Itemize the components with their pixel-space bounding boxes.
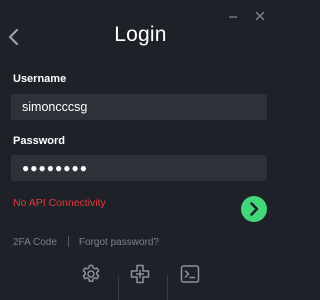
toolbar-divider	[167, 276, 168, 300]
close-icon[interactable]	[253, 9, 267, 23]
terminal-icon[interactable]	[179, 263, 201, 285]
login-window: Login Username simoncccsg Password ●●●●●…	[0, 0, 281, 300]
connectivity-error: No API Connectivity	[13, 197, 106, 209]
link-divider	[67, 236, 69, 247]
chevron-right-icon	[250, 202, 259, 216]
twofa-link[interactable]: 2FA Code	[13, 237, 57, 248]
password-mask: ●●●●●●●●	[22, 161, 88, 175]
footer-links: 2FA Code Forgot password?	[13, 236, 159, 248]
password-field[interactable]: ●●●●●●●●	[11, 155, 267, 181]
page-title: Login	[114, 23, 167, 46]
toolbar-divider	[118, 276, 119, 300]
forgot-password-link[interactable]: Forgot password?	[79, 237, 159, 248]
gear-icon[interactable]	[80, 263, 102, 285]
add-icon[interactable]	[129, 263, 151, 285]
login-submit-button[interactable]	[241, 196, 267, 222]
username-label: Username	[13, 73, 67, 85]
username-value: simoncccsg	[22, 100, 88, 114]
username-field[interactable]: simoncccsg	[11, 94, 267, 120]
password-label: Password	[13, 135, 65, 147]
minimize-icon[interactable]	[226, 9, 240, 23]
